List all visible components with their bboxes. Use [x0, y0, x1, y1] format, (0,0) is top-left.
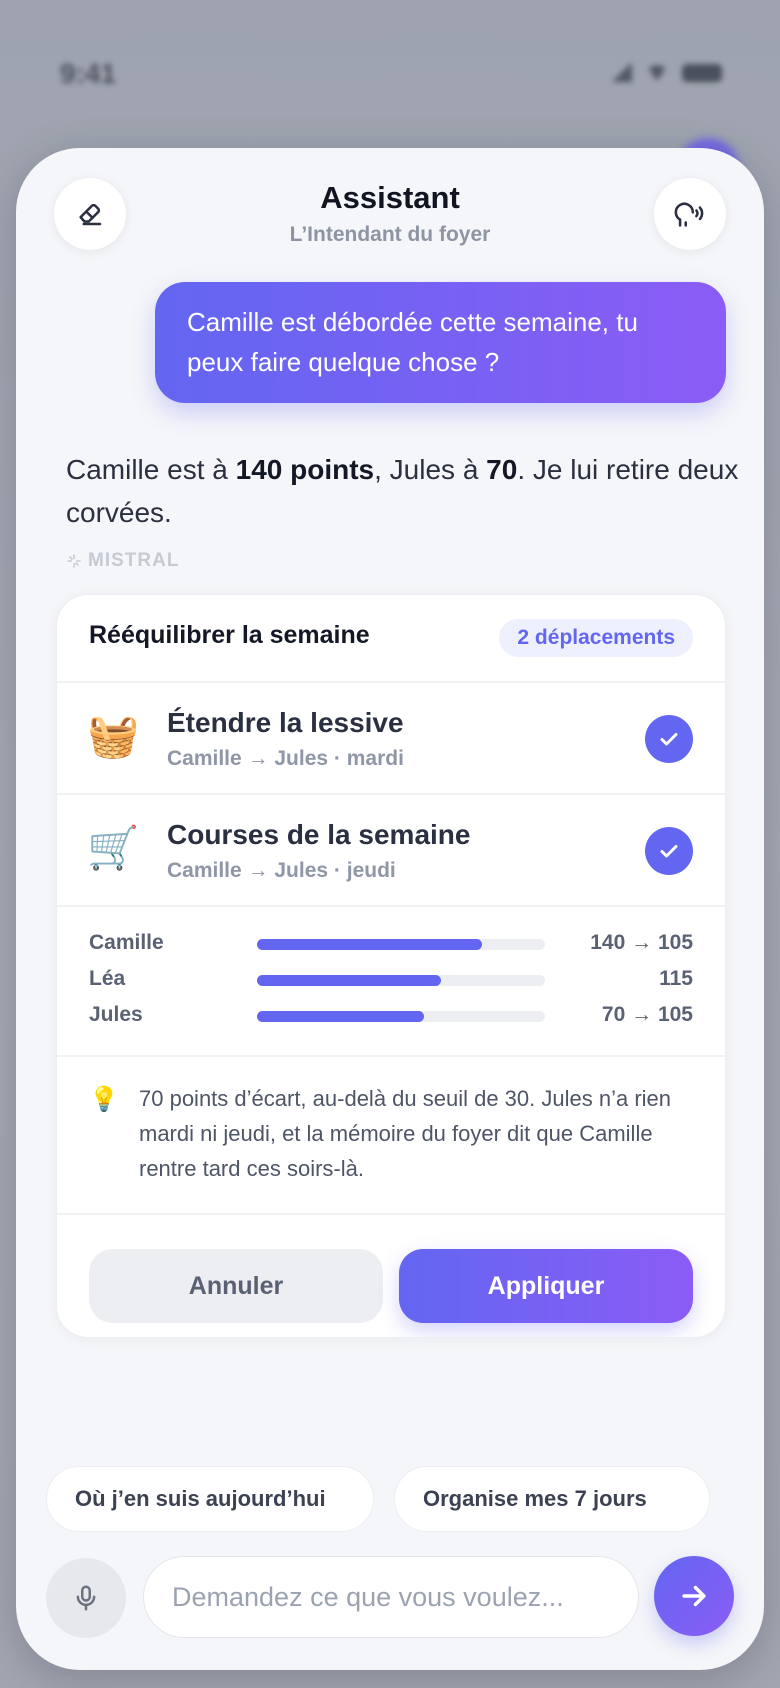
page-subtitle: L’Intendant du foyer — [289, 223, 491, 246]
task-name: Étendre la lessive — [167, 707, 404, 738]
background-status-bar: 9:41 — [0, 0, 780, 150]
member-name: Camille — [89, 931, 164, 954]
points-bar — [257, 1011, 545, 1022]
task-checkbox[interactable] — [645, 827, 693, 875]
voice-mode-button[interactable] — [654, 178, 726, 250]
reply-text-2: , Jules à — [374, 454, 487, 485]
balance-row: Camille 140 → 105 — [89, 929, 693, 959]
shopping-cart-icon: 🛒 — [87, 824, 140, 871]
sparkle-icon — [67, 554, 81, 568]
balance-row: Léa 115 — [89, 965, 693, 995]
task-name: Courses de la semaine — [167, 819, 471, 850]
lightbulb-icon: 💡 — [89, 1086, 119, 1113]
task-row[interactable]: 🧺 Étendre la lessive Camille → Jules · m… — [57, 683, 725, 795]
battery-icon — [682, 64, 722, 82]
send-arrow-icon — [682, 1585, 706, 1607]
message-input[interactable] — [143, 1556, 639, 1638]
points-value: 115 — [659, 967, 693, 990]
task-meta: Camille → Jules · mardi — [167, 747, 404, 770]
moves-count-badge: 2 déplacements — [499, 619, 693, 657]
send-button[interactable] — [654, 1556, 734, 1636]
cancel-button[interactable]: Annuler — [89, 1249, 383, 1323]
rebalance-proposal-card: Rééquilibrer la semaine 2 déplacements 🧺… — [56, 594, 726, 1338]
user-message-bubble: Camille est débordée cette semaine, tu p… — [155, 282, 726, 403]
member-name: Léa — [89, 967, 126, 990]
check-icon — [660, 733, 678, 746]
points-bar-fill — [257, 975, 442, 986]
task-meta: Camille → Jules · jeudi — [167, 859, 396, 882]
suggestion-chip[interactable]: Où j’en suis aujourd’hui — [46, 1466, 374, 1532]
points-bar-fill — [257, 1011, 425, 1022]
card-header: Rééquilibrer la semaine 2 déplacements — [57, 595, 725, 683]
explanation-box: 💡 70 points d’écart, au-delà du seuil de… — [57, 1057, 725, 1215]
member-name: Jules — [89, 1003, 143, 1026]
suggestion-chip[interactable]: Organise mes 7 jours — [394, 1466, 710, 1532]
microphone-button[interactable] — [46, 1558, 126, 1638]
points-bar-fill — [257, 939, 482, 950]
wifi-icon — [646, 65, 668, 81]
points-value: 140 → 105 — [590, 931, 693, 954]
model-tag: MISTRAL — [66, 550, 179, 572]
voice-icon — [674, 202, 704, 227]
assistant-reply: Camille est à 140 points, Jules à 70. Je… — [66, 448, 746, 534]
reply-points-camille: 140 points — [235, 454, 375, 485]
status-time: 9:41 — [60, 58, 117, 89]
points-bar — [257, 939, 545, 950]
reply-text-1: Camille est à — [66, 454, 236, 485]
apply-button[interactable]: Appliquer — [399, 1249, 693, 1323]
page-title: Assistant — [320, 180, 460, 215]
points-bar — [257, 975, 545, 986]
status-icons — [610, 64, 722, 82]
task-row[interactable]: 🛒 Courses de la semaine Camille → Jules … — [57, 795, 725, 907]
explanation-text: 70 points d’écart, au-delà du seuil de 3… — [139, 1086, 672, 1181]
signal-icon — [610, 64, 632, 82]
assistant-sheet: Assistant L’Intendant du foyer Camille e… — [16, 148, 764, 1670]
reply-points-jules: 70 — [486, 454, 518, 485]
points-value: 70 → 105 — [601, 1003, 693, 1026]
laundry-basket-icon: 🧺 — [87, 712, 140, 759]
task-checkbox[interactable] — [645, 715, 693, 763]
balance-row: Jules 70 → 105 — [89, 1001, 693, 1031]
microphone-icon — [76, 1585, 96, 1611]
points-balance: Camille 140 → 105 Léa 115 Jules 70 → 105 — [57, 907, 725, 1057]
card-title: Rééquilibrer la semaine — [89, 621, 370, 649]
model-label: MISTRAL — [88, 550, 180, 571]
check-icon — [660, 845, 678, 858]
